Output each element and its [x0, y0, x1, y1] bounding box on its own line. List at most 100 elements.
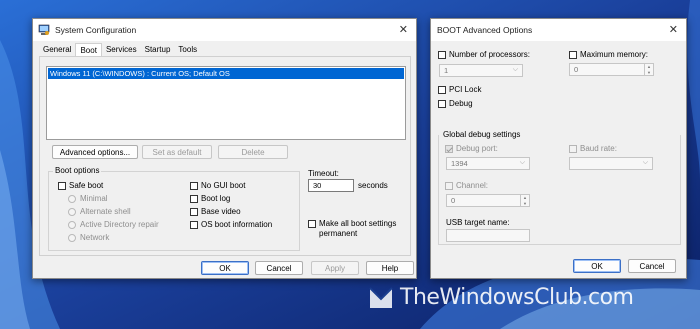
- title-bar[interactable]: System Configuration ✕: [33, 19, 416, 41]
- cancel-button[interactable]: Cancel: [628, 259, 676, 273]
- boot-entry-item[interactable]: Windows 11 (C:\WINDOWS) : Current OS; De…: [48, 68, 404, 79]
- baud-rate-select[interactable]: ⌵: [569, 157, 653, 170]
- checkbox-box: [438, 99, 446, 108]
- radio-dot: [68, 194, 76, 203]
- alternate-shell-label: Alternate shell: [80, 207, 131, 216]
- title-bar[interactable]: BOOT Advanced Options ✕: [431, 19, 686, 41]
- safe-boot-checkbox[interactable]: Safe boot: [58, 181, 103, 190]
- debug-port-select[interactable]: 1394 ⌵: [446, 157, 530, 170]
- boot-entries-list[interactable]: Windows 11 (C:\WINDOWS) : Current OS; De…: [46, 66, 406, 140]
- radio-dot: [68, 220, 76, 229]
- make-permanent-checkbox[interactable]: Make all boot settings permanent: [308, 219, 403, 239]
- usb-target-input[interactable]: [446, 229, 530, 242]
- delete-button[interactable]: Delete: [218, 145, 288, 159]
- spinner-arrows-icon[interactable]: ▲ ▼: [520, 195, 529, 206]
- max-memory-spinner[interactable]: 0 ▲ ▼: [569, 63, 654, 76]
- boot-log-checkbox[interactable]: Boot log: [190, 194, 230, 203]
- checkbox-box: [308, 220, 316, 228]
- tab-services[interactable]: Services: [102, 43, 141, 57]
- debug-label: Debug: [449, 99, 473, 108]
- network-label: Network: [80, 233, 110, 242]
- close-icon[interactable]: ✕: [669, 23, 678, 36]
- timeout-input[interactable]: 30: [308, 179, 354, 192]
- tab-startup[interactable]: Startup: [141, 43, 175, 57]
- checkbox-box: [445, 144, 453, 153]
- checkbox-box: [438, 50, 446, 59]
- checkbox-box: [438, 85, 446, 94]
- window-title: BOOT Advanced Options: [437, 25, 533, 35]
- tab-boot[interactable]: Boot: [75, 43, 102, 57]
- pci-lock-label: PCI Lock: [449, 85, 482, 94]
- no-gui-boot-checkbox[interactable]: No GUI boot: [190, 181, 245, 190]
- num-processors-checkbox[interactable]: Number of processors:: [438, 50, 530, 59]
- num-processors-label: Number of processors:: [449, 50, 530, 59]
- pci-lock-checkbox[interactable]: PCI Lock: [438, 85, 481, 94]
- memory-value: 0: [574, 65, 579, 74]
- tab-strip: General Boot Services Startup Tools: [39, 43, 201, 57]
- channel-label: Channel:: [456, 181, 489, 190]
- no-gui-boot-label: No GUI boot: [201, 181, 246, 190]
- max-memory-checkbox[interactable]: Maximum memory:: [569, 50, 648, 59]
- checkbox-box: [58, 181, 66, 190]
- checkbox-box: [445, 181, 453, 190]
- ok-button[interactable]: OK: [573, 259, 621, 273]
- debug-port-label: Debug port:: [456, 144, 498, 153]
- watermark: TheWindowsClub.com: [368, 282, 634, 312]
- boot-log-label: Boot log: [201, 194, 231, 203]
- channel-value: 0: [451, 196, 456, 205]
- system-configuration-window: System Configuration ✕ General Boot Serv…: [32, 18, 417, 279]
- boot-tab-panel: Windows 11 (C:\WINDOWS) : Current OS; De…: [39, 56, 411, 256]
- boot-advanced-options-window: BOOT Advanced Options ✕ Number of proces…: [430, 18, 687, 279]
- tab-tools[interactable]: Tools: [174, 43, 201, 57]
- seconds-label: seconds: [358, 181, 388, 190]
- base-video-checkbox[interactable]: Base video: [190, 207, 241, 216]
- chevron-down-icon: ⌵: [512, 66, 518, 73]
- checkbox-box: [190, 207, 198, 216]
- debug-checkbox[interactable]: Debug: [438, 99, 473, 108]
- os-boot-info-checkbox[interactable]: OS boot information: [190, 220, 272, 229]
- baud-rate-label: Baud rate:: [580, 144, 617, 153]
- apply-button[interactable]: Apply: [311, 261, 359, 275]
- cancel-button[interactable]: Cancel: [255, 261, 303, 275]
- processors-select[interactable]: 1 ⌵: [439, 64, 523, 77]
- watermark-logo-icon: [369, 287, 393, 308]
- minimal-radio[interactable]: Minimal: [68, 194, 108, 203]
- channel-spinner[interactable]: 0 ▲ ▼: [446, 194, 530, 207]
- baud-rate-checkbox[interactable]: Baud rate:: [569, 144, 617, 153]
- checkbox-box: [569, 144, 577, 153]
- window-title: System Configuration: [55, 25, 137, 35]
- ok-button[interactable]: OK: [201, 261, 249, 275]
- help-button[interactable]: Help: [366, 261, 414, 275]
- boot-options-legend: Boot options: [53, 166, 102, 175]
- close-icon[interactable]: ✕: [399, 23, 408, 36]
- timeout-label: Timeout:: [308, 169, 339, 178]
- chevron-down-icon: ⌵: [642, 159, 648, 166]
- ad-repair-label: Active Directory repair: [80, 220, 159, 229]
- chevron-down-icon: ⌵: [519, 159, 525, 166]
- radio-dot: [68, 233, 76, 242]
- checkbox-box: [190, 181, 198, 190]
- network-radio[interactable]: Network: [68, 233, 109, 242]
- tab-general[interactable]: General: [39, 43, 75, 57]
- os-boot-info-label: OS boot information: [201, 220, 273, 229]
- radio-dot: [68, 207, 76, 216]
- checkbox-box: [190, 194, 198, 203]
- make-permanent-label: Make all boot settings permanent: [319, 219, 397, 238]
- checkbox-box: [190, 220, 198, 229]
- channel-checkbox[interactable]: Channel:: [445, 181, 488, 190]
- usb-target-label: USB target name:: [446, 218, 510, 227]
- debug-port-value: 1394: [451, 159, 468, 168]
- advanced-options-button[interactable]: Advanced options...: [52, 145, 138, 159]
- set-as-default-button[interactable]: Set as default: [142, 145, 212, 159]
- processors-value: 1: [444, 66, 449, 75]
- minimal-label: Minimal: [80, 194, 108, 203]
- watermark-text: TheWindowsClub.com: [400, 284, 634, 310]
- msconfig-app-icon: [38, 24, 50, 35]
- max-memory-label: Maximum memory:: [580, 50, 649, 59]
- checkbox-box: [569, 50, 577, 59]
- debug-port-checkbox[interactable]: Debug port:: [445, 144, 498, 153]
- spinner-arrows-icon[interactable]: ▲ ▼: [644, 64, 653, 75]
- base-video-label: Base video: [201, 207, 241, 216]
- alternate-shell-radio[interactable]: Alternate shell: [68, 207, 131, 216]
- ad-repair-radio[interactable]: Active Directory repair: [68, 220, 159, 229]
